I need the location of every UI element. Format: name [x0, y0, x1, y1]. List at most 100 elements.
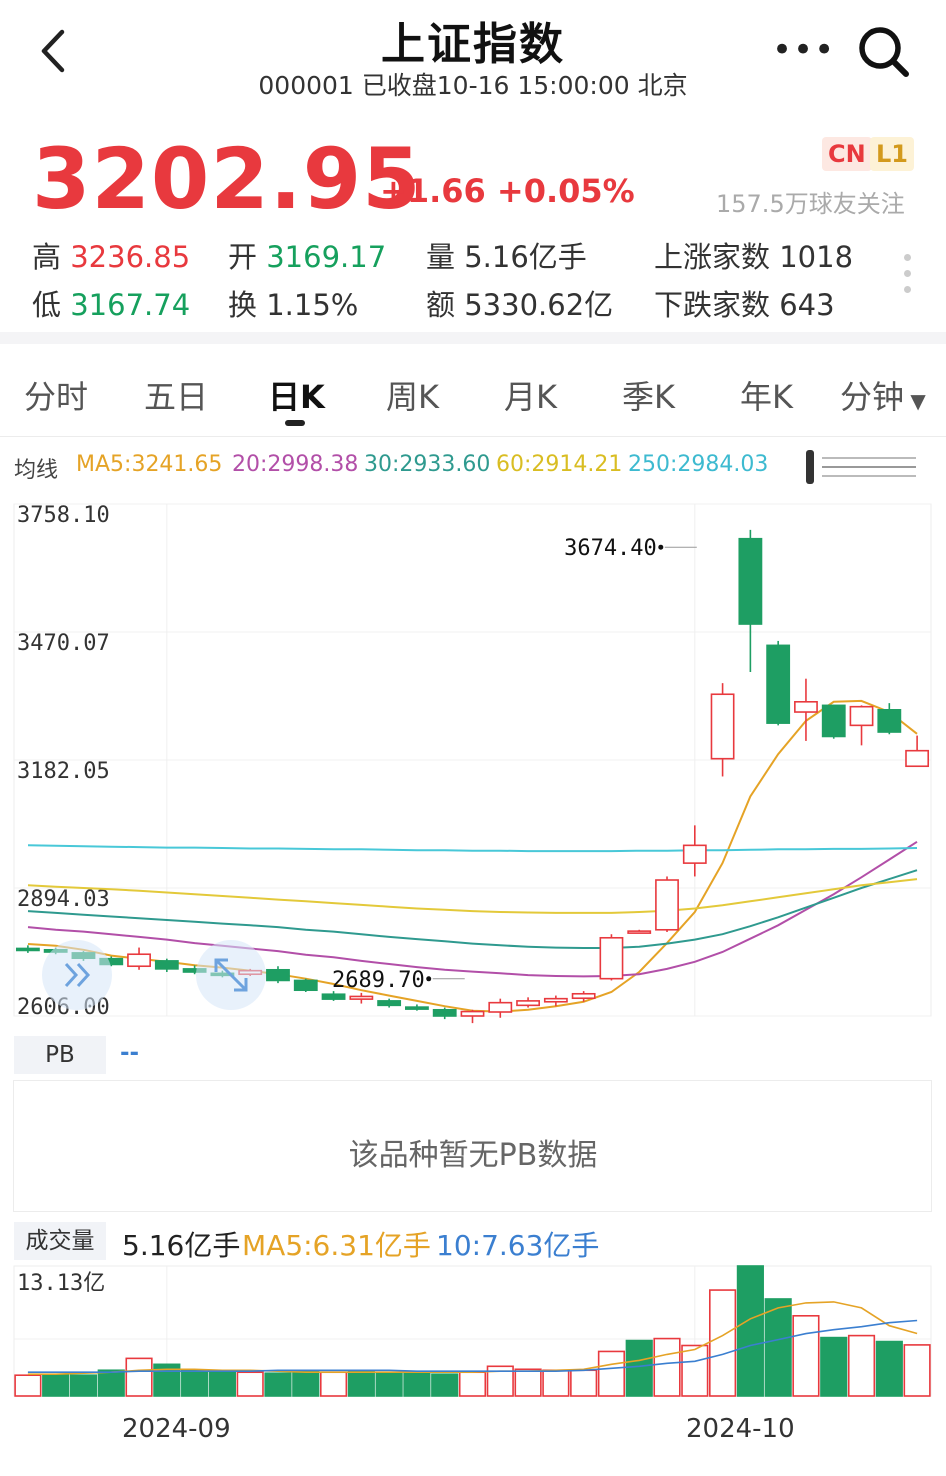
volume-bar	[514, 1368, 542, 1397]
double-chevron-icon[interactable]	[42, 940, 112, 1010]
tab-weekly-k[interactable]: 周K	[386, 372, 439, 418]
stat-volume-value: 5.16亿手	[464, 240, 587, 274]
y-tick-label: 3470.07	[17, 631, 110, 656]
more-dots-icon[interactable]: •••	[772, 30, 835, 70]
ma-settings-icon[interactable]	[800, 446, 922, 486]
market-badge-cn[interactable]: CN	[822, 137, 872, 171]
volume-bar	[403, 1372, 431, 1397]
volume-label[interactable]: 成交量	[14, 1222, 106, 1260]
volume-bar	[97, 1369, 125, 1397]
stat-up-value: 1018	[779, 240, 854, 274]
stat-high-value: 3236.85	[70, 240, 191, 274]
stat-down-value: 643	[779, 288, 835, 322]
volume-bar	[847, 1334, 876, 1397]
volume-bar	[69, 1374, 98, 1397]
volume-bar	[764, 1298, 792, 1397]
candle-body	[794, 701, 818, 713]
volume-bar	[236, 1371, 264, 1397]
annotation-dot	[658, 544, 664, 550]
pb-value: --	[120, 1040, 140, 1066]
volume-bar	[347, 1370, 375, 1397]
pb-empty-message: 该品种暂无PB数据	[348, 1138, 598, 1173]
tab-monthly-k[interactable]: 月K	[504, 372, 557, 418]
volume-bar	[597, 1350, 626, 1397]
more-vertical-icon[interactable]	[904, 254, 914, 302]
section-divider	[0, 332, 946, 344]
tab-daily-k[interactable]: 日K	[268, 372, 325, 418]
active-tab-indicator	[285, 420, 305, 426]
search-icon[interactable]	[856, 24, 912, 80]
stat-up-label: 上涨家数	[654, 240, 771, 274]
stat-high-label: 高	[32, 240, 62, 274]
tab-five-day[interactable]: 五日	[144, 372, 208, 418]
volume-bar	[625, 1339, 653, 1397]
candle-body	[543, 997, 568, 1003]
tab-minute-label: 分钟	[840, 378, 905, 416]
volume-bar	[431, 1373, 459, 1397]
stat-volume-label: 量	[426, 240, 456, 274]
stat-open-label: 开	[228, 240, 258, 274]
volume-bar	[653, 1337, 681, 1397]
tab-yearly-k[interactable]: 年K	[740, 372, 793, 418]
stat-low-value: 3167.74	[70, 288, 191, 322]
stat-advancers: 上涨家数 1018	[654, 234, 853, 276]
price-annotation: 2689.70	[332, 968, 425, 993]
price-annotation: 3674.40	[564, 536, 657, 561]
stat-amount: 额 5330.62亿	[426, 282, 613, 324]
candle-body	[488, 1001, 513, 1013]
stat-amount-value: 5330.62亿	[464, 288, 614, 322]
candle-body	[432, 1008, 457, 1017]
ma5-value: MA5:3241.65	[76, 452, 223, 477]
volume-bar	[903, 1344, 931, 1397]
volume-bar	[42, 1374, 70, 1397]
stat-low: 低 3167.74	[32, 282, 190, 324]
tab-minute[interactable]: 分钟 ▼	[840, 372, 926, 418]
expand-icon[interactable]	[196, 940, 266, 1010]
ma20-value: 20:2998.38	[232, 452, 359, 477]
tab-quarterly-k[interactable]: 季K	[622, 372, 675, 418]
ma-line-20	[27, 840, 918, 978]
volume-bar	[125, 1357, 153, 1397]
volume-bar	[681, 1344, 709, 1397]
followers-count: 157.5万球友关注	[716, 190, 905, 218]
tab-intraday[interactable]: 分时	[24, 372, 88, 418]
stat-turnover: 换 1.15%	[228, 282, 358, 324]
candle-body	[15, 947, 40, 952]
candle-body	[127, 953, 151, 968]
candle-body	[571, 992, 596, 1000]
volume-ma5: MA5:6.31亿手	[242, 1229, 431, 1262]
candle-body	[766, 644, 791, 724]
candle-body	[905, 749, 930, 768]
candle-body	[321, 993, 346, 1000]
x-tick-label: 2024-10	[686, 1414, 795, 1444]
volume-bar	[264, 1372, 292, 1397]
volume-bar	[319, 1371, 348, 1397]
ma250-value: 250:2984.03	[628, 452, 769, 477]
stat-volume: 量 5.16亿手	[426, 234, 587, 276]
volume-bar	[375, 1372, 403, 1397]
pb-label[interactable]: PB	[14, 1036, 106, 1074]
volume-chart[interactable]: 13.13亿	[0, 1262, 946, 1402]
volume-current: 5.16亿手	[122, 1229, 241, 1262]
stat-turnover-value: 1.15%	[266, 288, 359, 322]
stat-amount-label: 额	[426, 288, 456, 322]
stat-open-value: 3169.17	[266, 240, 387, 274]
candle-body	[849, 705, 874, 727]
y-tick-label: 3182.05	[17, 759, 110, 784]
candle-body	[738, 537, 763, 625]
volume-bar	[709, 1289, 737, 1397]
x-tick-label: 2024-09	[122, 1414, 231, 1444]
volume-bar	[542, 1369, 570, 1397]
level-badge-l1[interactable]: L1	[870, 137, 914, 171]
candle-body	[682, 844, 707, 864]
volume-ma10: 10:7.63亿手	[436, 1229, 600, 1262]
volume-bar	[292, 1370, 320, 1397]
ma-line-30	[27, 869, 918, 949]
candlestick-chart[interactable]: 3758.103470.073182.052894.032606.003674.…	[0, 494, 946, 1029]
candle-body	[655, 879, 679, 931]
volume-bar	[875, 1340, 903, 1397]
stat-turnover-label: 换	[228, 288, 258, 322]
candle-body	[377, 1000, 402, 1007]
volume-bar	[820, 1336, 848, 1397]
ma-legend-label: 均线	[14, 458, 59, 483]
